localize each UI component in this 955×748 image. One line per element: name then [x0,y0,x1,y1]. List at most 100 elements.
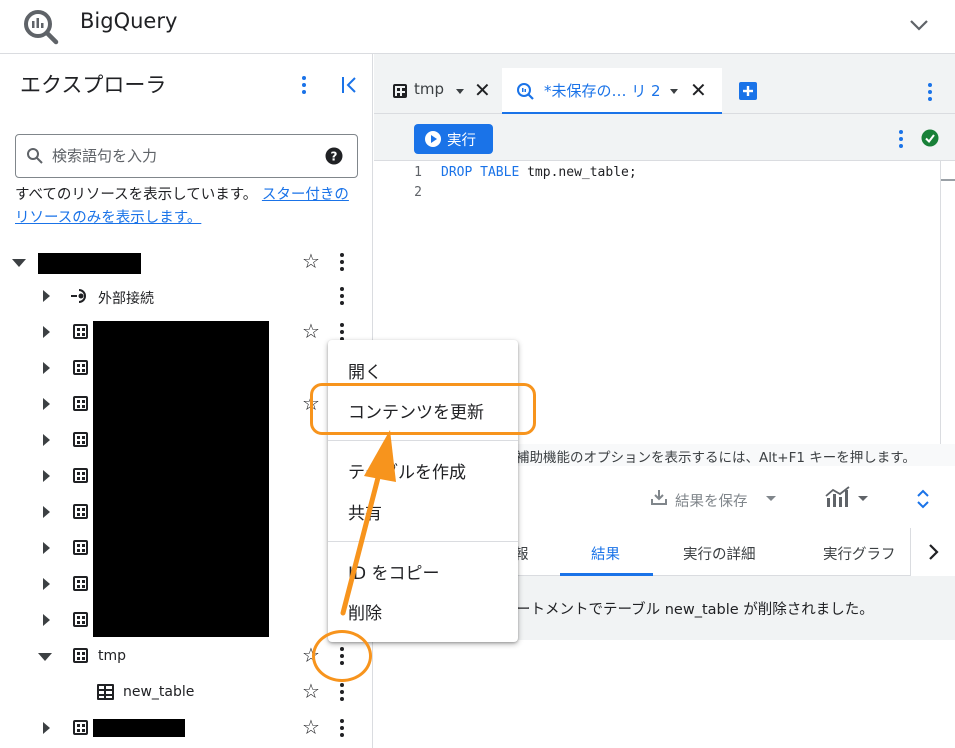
expand-arrow-icon[interactable] [43,542,50,554]
tree-row-dataset[interactable]: ☆ [0,710,373,746]
check-circle-icon [921,129,939,147]
dataset-icon [73,468,88,483]
tab-execution-graph[interactable]: 実行グラフ [823,543,896,564]
tree-row-external-connection[interactable]: 外部接続 [0,278,373,314]
expand-panel-icon[interactable] [915,487,931,511]
play-icon [425,131,441,147]
editor-more-icon[interactable] [899,130,903,148]
menu-item-share[interactable]: 共有 [348,499,382,524]
tabs-scroll-right[interactable] [910,528,955,576]
search-box[interactable]: ? [15,134,358,178]
redacted-project-name [38,253,141,274]
add-tab-icon[interactable] [738,81,758,101]
expand-arrow-icon[interactable] [38,653,52,661]
dropdown-arrow-icon[interactable] [766,496,776,501]
dataset-icon [73,720,88,735]
tree-row-label: new_table [123,684,195,700]
expand-arrow-icon[interactable] [43,362,50,374]
explorer-title: エクスプローラ [20,73,167,97]
run-button[interactable]: 実行 [414,124,493,154]
tab-results[interactable]: 結果 [560,528,653,576]
dataset-icon [73,576,88,591]
dataset-icon [73,540,88,555]
search-input[interactable] [52,145,312,167]
close-icon[interactable]: ✕ [690,78,707,102]
expand-arrow-icon[interactable] [43,434,50,446]
tree-row-table-new-table[interactable]: new_table ☆ [0,674,373,710]
expand-arrow-icon[interactable] [43,614,50,626]
redacted-dataset-name [93,719,185,737]
star-icon[interactable]: ☆ [302,681,320,701]
explore-chart-icon[interactable] [825,486,851,508]
table-icon [97,684,114,700]
star-icon[interactable]: ☆ [302,251,320,271]
menu-divider [328,541,518,542]
editor-scrollbar[interactable] [940,161,955,446]
line-number: 2 [414,185,422,200]
tab-label: tmp [414,80,445,98]
expand-arrow-icon[interactable] [43,722,50,734]
expand-arrow-icon[interactable] [43,290,50,302]
menu-item-open[interactable]: 開く [348,358,382,383]
chevron-down-icon[interactable] [906,12,932,38]
more-actions-icon[interactable] [340,719,344,737]
search-icon [27,148,43,164]
menu-item-copy-id[interactable]: ID をコピー [348,559,440,584]
collapse-panel-icon[interactable] [340,75,360,95]
download-icon [651,490,667,505]
more-actions-icon[interactable] [340,683,344,701]
star-icon[interactable]: ☆ [302,717,320,737]
dataset-icon [73,396,88,411]
help-icon[interactable]: ? [325,147,343,165]
tree-row-label: 外部接続 [98,291,154,307]
expand-arrow-icon[interactable] [43,326,50,338]
tree-row-label: tmp [98,648,127,664]
expand-arrow-icon[interactable] [43,506,50,518]
tree-row-project[interactable]: ☆ [0,244,373,280]
menu-divider [328,440,518,441]
line-number: 1 [414,165,422,180]
bigquery-logo-icon [24,10,59,45]
resource-message-text: すべてのリソースを表示しています。 [15,187,258,203]
tab-tmp[interactable]: tmp ✕ [380,68,498,114]
dropdown-arrow-icon[interactable] [670,89,678,94]
editor-tab-bar: tmp ✕ *未保存の… リ 2 ✕ [374,54,955,114]
expand-arrow-icon[interactable] [12,259,26,267]
dataset-icon [73,360,88,375]
annotation-highlight-box [310,383,536,435]
menu-item-delete[interactable]: 削除 [348,599,382,624]
sql-text: tmp.new_table; [519,165,637,180]
dataset-icon [73,504,88,519]
explorer-more-icon[interactable] [302,76,306,94]
dropdown-arrow-icon[interactable] [456,89,464,94]
app-title: BigQuery [80,9,178,33]
resource-message: すべてのリソースを表示しています。 スター付きのリソースのみを表示します。 [15,184,360,230]
star-icon[interactable]: ☆ [302,321,320,341]
dropdown-arrow-icon[interactable] [858,496,868,501]
tab-untitled-query[interactable]: *未保存の… リ 2 ✕ [502,68,722,114]
code-line[interactable]: DROP TABLE tmp.new_table; [441,165,637,180]
connection-icon [71,289,86,303]
tab-label: *未保存の… リ 2 [544,82,661,100]
annotation-highlight-circle [312,630,372,682]
scroll-marker [941,179,955,181]
more-actions-icon[interactable] [340,287,344,305]
dataset-icon [73,612,88,627]
tabs-more-icon[interactable] [928,83,932,101]
expand-arrow-icon[interactable] [43,470,50,482]
close-icon[interactable]: ✕ [474,78,491,102]
sql-keyword: DROP TABLE [441,165,520,180]
tab-execution-details[interactable]: 実行の詳細 [683,543,756,564]
dataset-icon [73,648,88,663]
save-results-button[interactable]: 結果を保存 [675,490,748,511]
more-actions-icon[interactable] [340,323,344,341]
expand-arrow-icon[interactable] [43,578,50,590]
top-app-bar: BigQuery [0,0,955,54]
run-label: 実行 [447,133,476,149]
svg-text:?: ? [331,150,338,164]
more-actions-icon[interactable] [340,253,344,271]
query-icon [517,83,534,100]
expand-arrow-icon[interactable] [43,398,50,410]
dataset-icon [73,324,88,339]
menu-item-create-table[interactable]: テーブルを作成 [348,458,466,483]
